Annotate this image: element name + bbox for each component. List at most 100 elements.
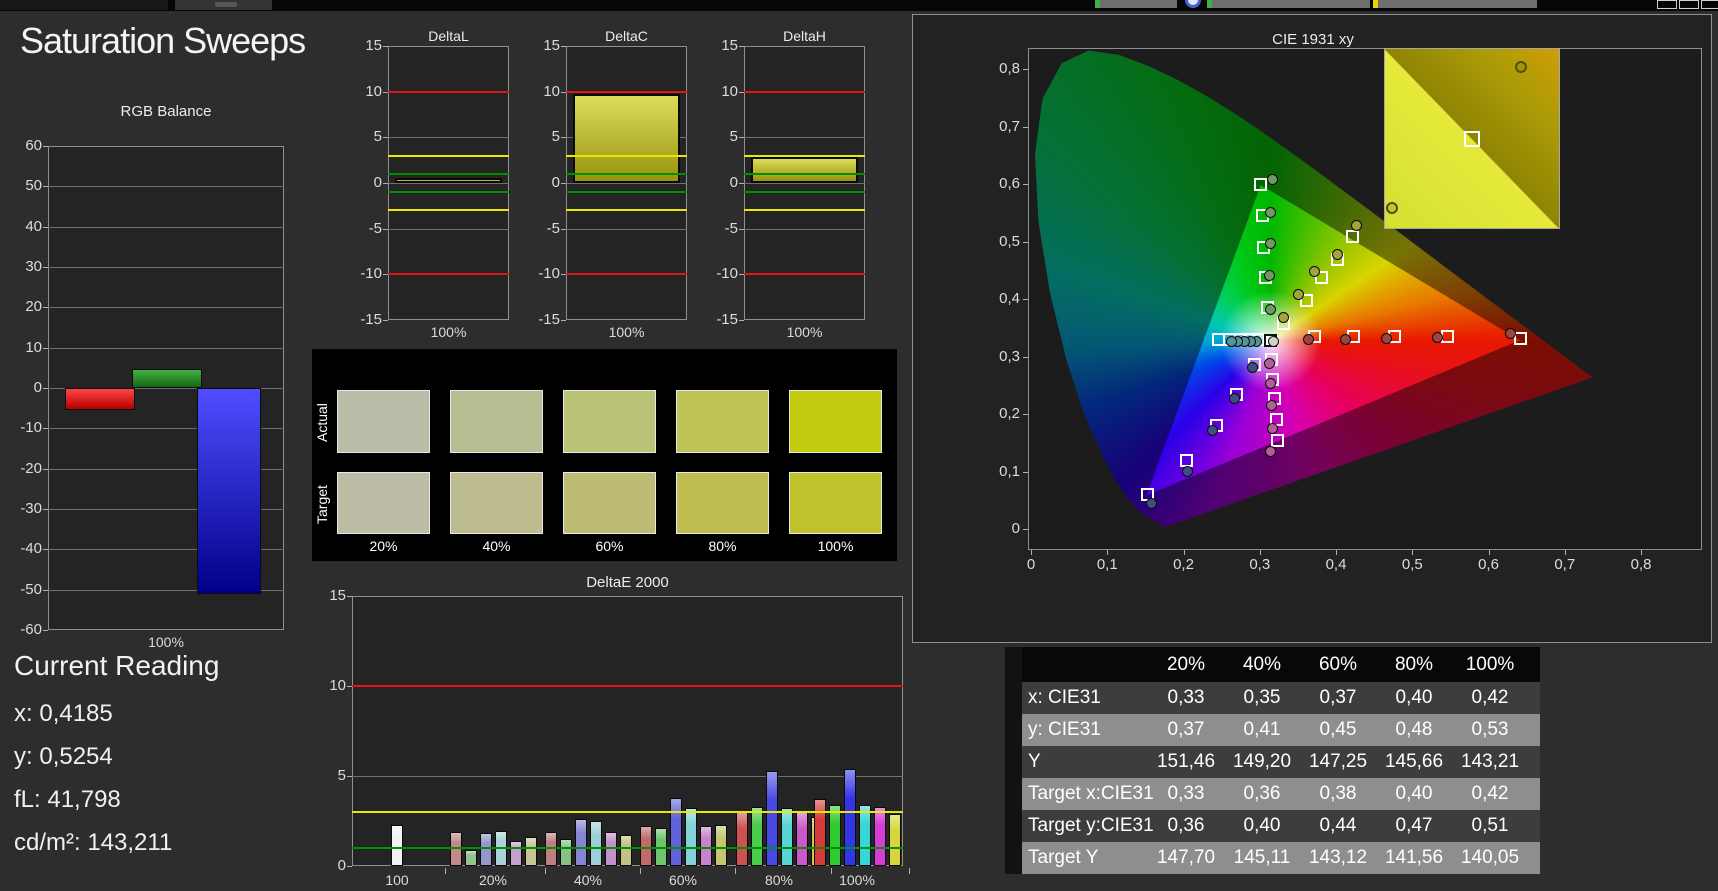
deltae-bar bbox=[669, 797, 682, 866]
delta-chart-title: DeltaL bbox=[428, 28, 469, 44]
rgb-bar-green bbox=[132, 368, 202, 388]
deltae-limit-line bbox=[352, 847, 903, 849]
delta-limit-line bbox=[566, 154, 687, 157]
reading-x-value: 0,4185 bbox=[39, 700, 113, 727]
current-reading-title: Current Reading bbox=[14, 650, 220, 681]
cie-measured-marker-green bbox=[1265, 303, 1277, 315]
rgb-y-tick bbox=[43, 146, 48, 147]
table-cell: 0,53 bbox=[1471, 719, 1509, 740]
rgb-gridline bbox=[48, 226, 284, 228]
cie-markers bbox=[1029, 49, 1703, 551]
delta-y-tick-label: -10 bbox=[538, 265, 560, 283]
deltae-y-tick-label: 0 bbox=[337, 857, 346, 874]
delta-gridline bbox=[388, 183, 509, 184]
cie-measured-marker-red bbox=[1381, 333, 1393, 345]
cie-y-tick-label: 0,2 bbox=[999, 405, 1020, 422]
toolbar-tab-fragment[interactable] bbox=[175, 0, 272, 10]
table-cell: 0,33 bbox=[1167, 783, 1205, 804]
reading-x-label: x: bbox=[14, 700, 33, 727]
measurement-table: 20% 40% 60% 80% 100% x: CIE31 0,33 0,35 0,37 0,40… bbox=[1005, 647, 1540, 874]
delta-y-tick bbox=[561, 46, 566, 47]
deltae-x-label: 80% bbox=[764, 872, 794, 888]
cie-measured-marker-blue bbox=[1228, 392, 1240, 404]
delta-gridline bbox=[566, 228, 687, 230]
window-button[interactable] bbox=[1679, 0, 1699, 9]
deltae-y-tick bbox=[347, 866, 352, 867]
deltae-bar bbox=[858, 804, 871, 866]
delta-y-tick-label: 10 bbox=[721, 82, 738, 100]
deltae-bar bbox=[464, 849, 477, 866]
table-header-cell: 100% bbox=[1465, 654, 1515, 675]
delta-y-tick-label: 10 bbox=[365, 82, 382, 100]
tab-grip-icon bbox=[215, 2, 237, 7]
rgb-y-tick-label: 20 bbox=[25, 298, 42, 316]
table-cell: 143,21 bbox=[1460, 751, 1520, 772]
delta-y-tick-label: 5 bbox=[373, 128, 382, 146]
deltae-bar bbox=[795, 812, 808, 866]
deltae-y-tick-label: 5 bbox=[337, 767, 346, 784]
delta-y-tick-label: -5 bbox=[546, 219, 560, 237]
table-row-label: Target Y bbox=[1028, 847, 1099, 868]
swatch-target-20% bbox=[337, 472, 430, 534]
toolbar-button-fragment[interactable] bbox=[1373, 0, 1537, 8]
delta-y-tick-label: 5 bbox=[551, 128, 560, 146]
toolbar-button-fragment[interactable] bbox=[1095, 0, 1177, 8]
cie-measured-marker-magenta bbox=[1263, 357, 1275, 369]
table-cell: 0,37 bbox=[1167, 719, 1205, 740]
delta-y-tick-label: -10 bbox=[360, 265, 382, 283]
table-header-cell: 20% bbox=[1166, 654, 1206, 675]
delta-gridline bbox=[566, 183, 687, 184]
toolbar-tab-fragment[interactable] bbox=[0, 0, 168, 10]
cie-measured-marker-blue bbox=[1207, 425, 1219, 437]
deltae-bar bbox=[684, 808, 697, 866]
reading-y-label: y: bbox=[14, 743, 33, 770]
rgb-y-tick-label: -50 bbox=[20, 580, 42, 598]
cie-measured-marker-magenta bbox=[1266, 423, 1278, 435]
table-cell: 149,20 bbox=[1232, 751, 1292, 772]
rgb-bar-blue bbox=[197, 388, 261, 594]
table-cell: 140,05 bbox=[1460, 847, 1520, 868]
deltae-bar bbox=[714, 824, 727, 866]
delta-x-label: 100% bbox=[786, 324, 823, 340]
reading-cdm2-value: 143,211 bbox=[87, 829, 173, 856]
cie-measured-marker-green bbox=[1267, 174, 1279, 186]
cie-y-tick bbox=[1023, 356, 1028, 358]
delta-gridline bbox=[388, 137, 509, 139]
deltae-bar bbox=[888, 813, 901, 866]
table-cell: 0,38 bbox=[1319, 783, 1357, 804]
reading-fl-value: 41,798 bbox=[47, 786, 121, 813]
delta-bar-DeltaH bbox=[751, 156, 858, 183]
table-cell: 0,40 bbox=[1395, 687, 1433, 708]
deltae-limit-line bbox=[352, 685, 903, 687]
cie-x-tick-label: 0,3 bbox=[1249, 556, 1271, 573]
window-button[interactable] bbox=[1657, 0, 1677, 9]
table-gutter bbox=[1005, 647, 1022, 682]
reading-cdm2: cd/m²: 143,211 bbox=[14, 829, 172, 857]
swatch-col-label: 60% bbox=[595, 538, 624, 554]
rgb-y-tick-label: 50 bbox=[25, 177, 42, 195]
deltae-title: DeltaE 2000 bbox=[586, 574, 669, 591]
deltae-x-tick bbox=[445, 868, 446, 874]
table-cell: 147,70 bbox=[1156, 847, 1216, 868]
calibration-app-window: Saturation Sweeps RGB Balance 100% Actua… bbox=[0, 0, 1718, 891]
toolbar-button-fragment[interactable] bbox=[1207, 0, 1370, 8]
table-cell: 0,47 bbox=[1395, 815, 1433, 836]
deltae-y-tick bbox=[347, 596, 352, 597]
delta-limit-line bbox=[744, 191, 865, 194]
cie-panel: CIE 1931 xy 0 0 0,1 0,1 0,2 0,2 0,3 0,3 0,4 0,4 0,… bbox=[912, 14, 1712, 643]
table-cell: 0,37 bbox=[1319, 687, 1357, 708]
delta-y-tick bbox=[383, 46, 388, 47]
cie-x-tick bbox=[1641, 550, 1642, 555]
window-button[interactable] bbox=[1701, 0, 1718, 9]
swatch-col-label: 100% bbox=[817, 538, 854, 554]
deltae-bar bbox=[765, 770, 778, 866]
delta-y-tick-label: 15 bbox=[543, 37, 560, 54]
delta-y-tick bbox=[739, 46, 744, 47]
table-header-row: 20% 40% 60% 80% 100% bbox=[1005, 647, 1540, 682]
reading-cdm2-label: cd/m²: bbox=[14, 829, 81, 856]
sync-icon[interactable] bbox=[1185, 0, 1201, 8]
cie-measured-marker-yellow bbox=[1308, 265, 1320, 277]
cie-x-tick-label: 0,4 bbox=[1325, 556, 1347, 573]
delta-x-label: 100% bbox=[430, 324, 467, 340]
cie-y-tick bbox=[1023, 414, 1028, 415]
